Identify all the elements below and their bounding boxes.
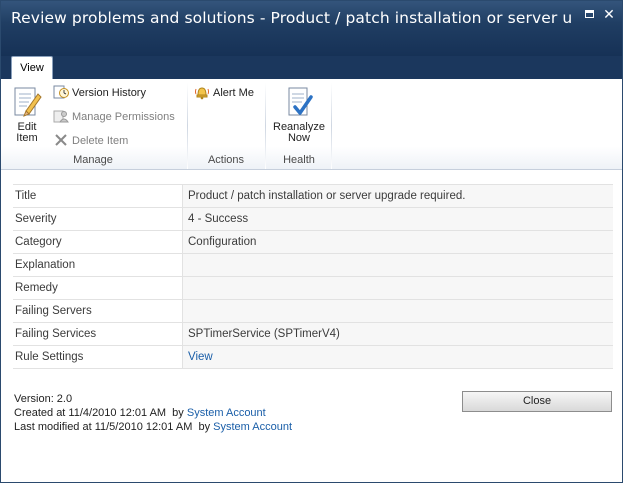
property-name: Remedy — [13, 276, 183, 300]
group-separator — [331, 83, 332, 169]
close-icon[interactable]: ✕ — [602, 7, 616, 21]
table-row: Failing Servers — [13, 299, 613, 323]
table-row: Category Configuration — [13, 230, 613, 254]
created-text: Created at 11/4/2010 12:01 AM by — [14, 407, 187, 419]
created-by-link[interactable]: System Account — [187, 407, 266, 419]
delete-item-label: Delete Item — [72, 135, 129, 147]
created-line: Created at 11/4/2010 12:01 AM by System … — [14, 406, 292, 420]
table-row: Severity 4 - Success — [13, 207, 613, 231]
title-bar: Review problems and solutions - Product … — [1, 1, 622, 56]
reanalyze-label-line2: Now — [287, 132, 310, 144]
actions-group-label: Actions — [207, 154, 245, 166]
property-value — [182, 276, 613, 300]
manage-permissions-label: Manage Permissions — [72, 111, 175, 123]
property-name: Severity — [13, 207, 183, 231]
rule-settings-view-link[interactable]: View — [188, 351, 213, 363]
reanalyze-now-button[interactable]: Reanalyze Now — [271, 85, 327, 144]
item-version-info: Version: 2.0 Created at 11/4/2010 12:01 … — [14, 392, 292, 434]
table-row: Explanation — [13, 253, 613, 277]
ribbon-tab-strip: View — [1, 56, 622, 80]
edit-item-label-line2: Item — [16, 132, 38, 144]
delete-x-icon — [55, 134, 67, 146]
property-value: 4 - Success — [182, 207, 613, 231]
ribbon: Edit Item Version History Manage Permiss… — [1, 79, 622, 170]
version-history-icon — [53, 85, 69, 99]
manage-permissions-icon — [53, 110, 69, 123]
alert-me-label: Alert Me — [213, 87, 254, 99]
maximize-icon[interactable] — [582, 7, 596, 21]
property-name: Failing Servers — [13, 299, 183, 323]
property-name: Failing Services — [13, 322, 183, 346]
health-group-label: Health — [283, 154, 315, 166]
version-history-button[interactable]: Version History — [53, 83, 146, 103]
delete-item-button[interactable]: Delete Item — [53, 131, 128, 151]
modified-text: Last modified at 11/5/2010 12:01 AM by — [14, 421, 214, 433]
manage-group-label: Manage — [73, 154, 113, 166]
tab-view[interactable]: View — [11, 56, 53, 80]
manage-permissions-button[interactable]: Manage Permissions — [53, 107, 175, 127]
table-row: Rule Settings View — [13, 345, 613, 369]
property-name: Title — [13, 184, 183, 208]
property-value: View — [182, 345, 613, 369]
group-separator — [187, 83, 188, 169]
modified-by-link[interactable]: System Account — [213, 421, 292, 433]
review-problems-dialog: Review problems and solutions - Product … — [0, 0, 623, 483]
table-row: Failing Services SPTimerService (SPTimer… — [13, 322, 613, 346]
modified-line: Last modified at 11/5/2010 12:01 AM by S… — [14, 420, 292, 434]
version-text: Version: 2.0 — [14, 393, 73, 405]
close-button[interactable]: Close — [462, 391, 612, 412]
edit-item-icon — [14, 87, 42, 117]
table-row: Remedy — [13, 276, 613, 300]
property-value: SPTimerService (SPTimerV4) — [182, 322, 613, 346]
alert-bell-icon — [195, 87, 209, 100]
alert-me-button[interactable]: Alert Me — [194, 83, 254, 103]
item-properties-table: Title Product / patch installation or se… — [13, 184, 613, 369]
edit-item-button[interactable]: Edit Item — [7, 85, 47, 144]
property-value: Configuration — [182, 230, 613, 254]
dialog-title: Review problems and solutions - Product … — [11, 9, 571, 27]
property-value — [182, 299, 613, 323]
property-value: Product / patch installation or server u… — [182, 184, 613, 208]
property-name: Category — [13, 230, 183, 254]
reanalyze-check-icon — [288, 87, 313, 116]
version-history-label: Version History — [72, 87, 146, 99]
table-row: Title Product / patch installation or se… — [13, 184, 613, 208]
property-name: Rule Settings — [13, 345, 183, 369]
property-name: Explanation — [13, 253, 183, 277]
property-value — [182, 253, 613, 277]
group-separator — [265, 83, 266, 169]
